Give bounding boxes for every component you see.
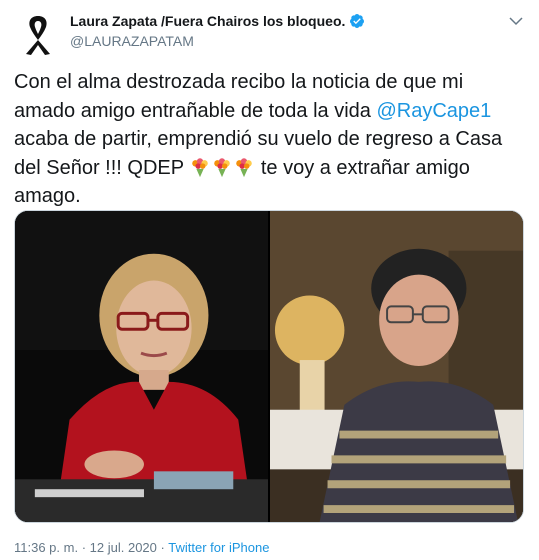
bouquet-emoji xyxy=(236,157,253,177)
handle[interactable]: @LAURAZAPATAM xyxy=(70,33,499,49)
tweet-metadata: 11:36 p. m. · 12 jul. 2020 · Twitter for… xyxy=(14,540,269,555)
photo-left[interactable] xyxy=(15,211,268,522)
verified-badge-icon xyxy=(350,14,365,28)
tweet-text: Con el alma destrozada recibo la noticia… xyxy=(14,68,529,211)
media-grid[interactable] xyxy=(14,210,524,523)
meta-separator: · xyxy=(160,540,165,555)
meta-separator: · xyxy=(81,540,87,555)
tweet-time[interactable]: 11:36 p. m. xyxy=(14,540,78,555)
avatar[interactable] xyxy=(14,10,62,58)
tweet-date[interactable]: 12 jul. 2020 xyxy=(90,540,157,555)
mention-link[interactable]: @RayCape1 xyxy=(376,100,491,122)
tweet-source-link[interactable]: Twitter for iPhone xyxy=(168,540,269,555)
display-name[interactable]: Laura Zapata /Fuera Chairos los bloqueo. xyxy=(70,13,345,29)
woman-portrait-image xyxy=(15,211,268,522)
bouquet-emoji xyxy=(192,157,209,177)
tweet-card: Laura Zapata /Fuera Chairos los bloqueo.… xyxy=(0,0,539,560)
black-ribbon-icon xyxy=(26,16,50,55)
man-portrait-image xyxy=(270,211,523,522)
photo-right[interactable] xyxy=(270,211,523,522)
user-info: Laura Zapata /Fuera Chairos los bloqueo.… xyxy=(70,13,499,49)
bouquet-emoji xyxy=(214,157,231,177)
chevron-down-icon[interactable] xyxy=(507,12,525,30)
